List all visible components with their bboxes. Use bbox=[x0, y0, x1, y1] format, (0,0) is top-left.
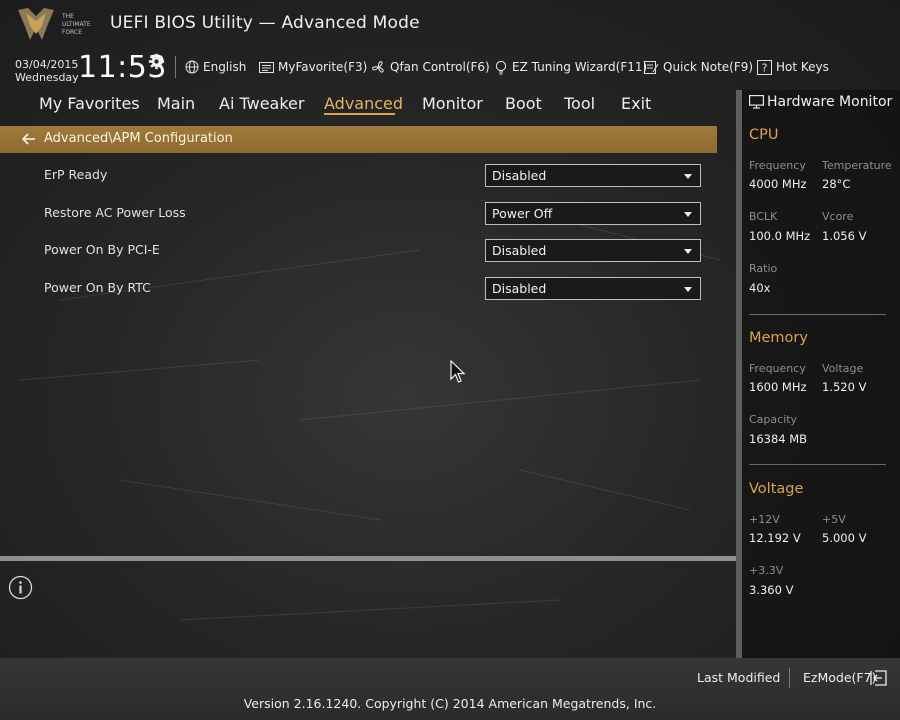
fan-icon bbox=[372, 60, 384, 73]
qfan-label: Qfan Control(F6) bbox=[390, 60, 490, 74]
svg-text:?: ? bbox=[762, 61, 768, 74]
select-value: Disabled bbox=[492, 243, 547, 258]
memory-voltage-value: 1.520 V bbox=[822, 380, 867, 394]
setting-label-restore-ac-power-loss: Restore AC Power Loss bbox=[44, 205, 186, 220]
weekday: Wednesday bbox=[15, 71, 79, 84]
cpu-frequency-value: 4000 MHz bbox=[749, 177, 807, 191]
version-text: Version 2.16.1240. Copyright (C) 2014 Am… bbox=[243, 696, 657, 711]
language-button[interactable]: English bbox=[185, 58, 246, 76]
cpu-bclk-value: 100.0 MHz bbox=[749, 229, 811, 243]
lightbulb-icon bbox=[495, 60, 507, 75]
memory-capacity-label: Capacity bbox=[749, 413, 798, 426]
svg-text:ULTIMATE: ULTIMATE bbox=[62, 21, 91, 28]
svg-text:THE: THE bbox=[61, 13, 74, 20]
cpu-temperature-value: 28°C bbox=[822, 177, 851, 191]
setting-label-erp-ready: ErP Ready bbox=[44, 167, 108, 182]
tab-exit[interactable]: Exit bbox=[621, 94, 651, 113]
app-title: UEFI BIOS Utility — Advanced Mode bbox=[110, 13, 420, 33]
cpu-vcore-value: 1.056 V bbox=[822, 229, 867, 243]
hw-section-cpu: CPU bbox=[749, 127, 779, 143]
footer-divider bbox=[789, 668, 790, 688]
caret-down-icon bbox=[684, 212, 692, 217]
hw-section-voltage: Voltage bbox=[749, 481, 804, 497]
setting-label-power-on-by-pcie: Power On By PCI-E bbox=[44, 242, 160, 257]
quick-note-label: Quick Note(F9) bbox=[663, 60, 754, 74]
hot-keys-label: Hot Keys bbox=[776, 60, 829, 74]
note-icon bbox=[644, 60, 659, 74]
ez-tuning-label: EZ Tuning Wizard(F11) bbox=[512, 60, 648, 74]
hw-divider bbox=[749, 464, 886, 465]
date: 03/04/2015 bbox=[15, 58, 79, 71]
memory-frequency-label: Frequency bbox=[749, 362, 806, 375]
my-favorite-button[interactable]: MyFavorite(F3) bbox=[259, 58, 367, 76]
header-divider bbox=[175, 56, 176, 78]
caret-down-icon bbox=[684, 174, 692, 179]
tuf-logo-icon: THE ULTIMATE FORCE bbox=[18, 8, 91, 40]
active-tab-underline bbox=[324, 113, 395, 115]
last-modified-button[interactable]: Last Modified bbox=[697, 670, 780, 685]
header: THE ULTIMATE FORCE UEFI BIOS Utility — A… bbox=[0, 0, 900, 90]
hardware-monitor-title: Hardware Monitor bbox=[767, 94, 893, 110]
v12-label: +12V bbox=[749, 513, 780, 526]
qfan-control-button[interactable]: Qfan Control(F6) bbox=[371, 58, 490, 76]
favorite-list-icon bbox=[259, 61, 274, 73]
quick-note-button[interactable]: Quick Note(F9) bbox=[644, 58, 753, 76]
date-block: 03/04/2015 Wednesday bbox=[15, 58, 79, 84]
ez-mode-button[interactable]: EzMode(F7) bbox=[803, 670, 876, 685]
hw-divider bbox=[749, 314, 886, 315]
setting-label-power-on-by-rtc: Power On By RTC bbox=[44, 280, 151, 295]
cpu-frequency-label: Frequency bbox=[749, 159, 806, 172]
monitor-icon bbox=[749, 95, 764, 109]
back-arrow-icon[interactable] bbox=[22, 133, 36, 145]
mouse-cursor-icon bbox=[450, 360, 466, 383]
v12-value: 12.192 V bbox=[749, 531, 801, 545]
select-value: Power Off bbox=[492, 206, 553, 221]
power-on-by-rtc-select[interactable]: Disabled bbox=[485, 277, 701, 300]
tab-boot[interactable]: Boot bbox=[505, 94, 542, 113]
language-label: English bbox=[203, 60, 247, 74]
select-value: Disabled bbox=[492, 168, 547, 183]
tab-my-favorites[interactable]: My Favorites bbox=[39, 94, 140, 113]
cpu-vcore-label: Vcore bbox=[822, 210, 854, 223]
help-divider bbox=[0, 556, 736, 561]
info-icon[interactable] bbox=[8, 575, 33, 600]
ez-mode-label: EzMode(F7) bbox=[803, 670, 877, 685]
caret-down-icon bbox=[684, 287, 692, 292]
cpu-temperature-label: Temperature bbox=[822, 159, 892, 172]
tab-tool[interactable]: Tool bbox=[564, 94, 595, 113]
memory-frequency-value: 1600 MHz bbox=[749, 380, 807, 394]
help-icon: ? bbox=[757, 59, 772, 75]
restore-ac-power-loss-select[interactable]: Power Off bbox=[485, 202, 701, 225]
v33-label: +3.3V bbox=[749, 564, 784, 577]
tab-advanced[interactable]: Advanced bbox=[324, 94, 403, 113]
tab-main[interactable]: Main bbox=[157, 94, 195, 113]
exit-mode-icon bbox=[870, 670, 887, 686]
cpu-ratio-value: 40x bbox=[749, 281, 771, 295]
erp-ready-select[interactable]: Disabled bbox=[485, 164, 701, 187]
hw-section-memory: Memory bbox=[749, 330, 808, 346]
select-value: Disabled bbox=[492, 281, 547, 296]
v33-value: 3.360 V bbox=[749, 583, 794, 597]
memory-voltage-label: Voltage bbox=[822, 362, 864, 375]
cpu-ratio-label: Ratio bbox=[749, 262, 778, 275]
power-on-by-pcie-select[interactable]: Disabled bbox=[485, 239, 701, 262]
v5-value: 5.000 V bbox=[822, 531, 867, 545]
memory-capacity-value: 16384 MB bbox=[749, 432, 808, 446]
tab-monitor[interactable]: Monitor bbox=[422, 94, 483, 113]
globe-icon bbox=[185, 60, 199, 74]
breadcrumb: Advanced\APM Configuration bbox=[0, 126, 717, 153]
breadcrumb-path: Advanced\APM Configuration bbox=[44, 131, 233, 146]
my-favorite-label: MyFavorite(F3) bbox=[278, 60, 368, 74]
svg-text:FORCE: FORCE bbox=[62, 29, 82, 36]
cpu-bclk-label: BCLK bbox=[749, 210, 778, 223]
v5-label: +5V bbox=[822, 513, 846, 526]
caret-down-icon bbox=[684, 249, 692, 254]
ez-tuning-button[interactable]: EZ Tuning Wizard(F11) bbox=[494, 58, 647, 76]
tab-ai-tweaker[interactable]: Ai Tweaker bbox=[219, 94, 304, 113]
hot-keys-button[interactable]: ? Hot Keys bbox=[757, 58, 829, 76]
gear-icon[interactable] bbox=[148, 53, 165, 70]
